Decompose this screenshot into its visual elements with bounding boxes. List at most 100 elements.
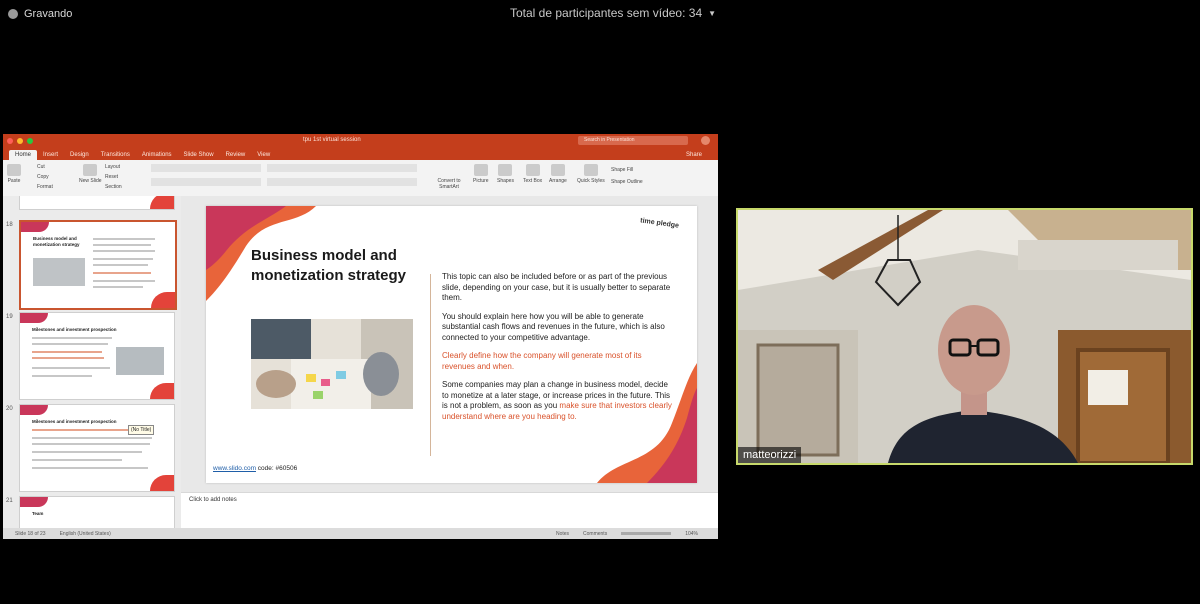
quick-styles-icon [583, 164, 598, 176]
tooltip: (No Title) [128, 425, 155, 435]
minimize-window-icon[interactable] [17, 138, 23, 144]
recording-indicator: Gravando [8, 8, 72, 20]
new-slide-label: New Slide [79, 178, 102, 184]
slide-paragraph: Some companies may plan a change in busi… [442, 380, 674, 422]
search-input[interactable]: Search in Presentation [578, 136, 688, 145]
tab-animations[interactable]: Animations [136, 150, 178, 160]
slido-link[interactable]: www.slido.com [213, 465, 256, 472]
slide-highlight-paragraph: Clearly define how the company will gene… [442, 351, 642, 371]
slide-divider [430, 274, 431, 456]
slide-body-text: This topic can also be included before o… [442, 272, 674, 430]
participant-video-feed [738, 210, 1191, 463]
arrange-label: Arrange [549, 178, 567, 184]
record-dot-icon [8, 9, 18, 19]
shape-fill-button[interactable]: Shape Fill [611, 164, 643, 176]
account-icon[interactable] [701, 136, 710, 145]
slide-paragraph: This topic can also be included before o… [442, 272, 671, 302]
close-window-icon[interactable] [7, 138, 13, 144]
text-box-button[interactable]: Text Box [523, 164, 542, 184]
layout-button[interactable]: Layout [105, 162, 122, 172]
thumbnail-photo [116, 347, 164, 375]
picture-label: Picture [473, 178, 489, 184]
window-title: tpu 1st virtual session [303, 137, 361, 143]
shapes-icon [498, 164, 513, 176]
slide-paragraph: You should explain here how you will be … [442, 311, 665, 342]
notes-placeholder: Click to add notes [189, 497, 237, 503]
thumbnail-title: Team [32, 511, 44, 516]
shapes-label: Shapes [497, 178, 514, 184]
comments-button[interactable]: Comments [583, 531, 607, 537]
clipboard-icon [7, 164, 21, 176]
zoom-window-icon[interactable] [27, 138, 33, 144]
slide-number: 18 [6, 222, 13, 228]
main-slide-canvas[interactable]: time pledge Business model and monetizat… [206, 206, 697, 483]
ribbon-tabs: Home Insert Design Transitions Animation… [3, 148, 718, 160]
slido-code: code: #60506 [255, 465, 298, 472]
language-indicator[interactable]: English (United States) [60, 531, 111, 537]
slide-photo [251, 319, 413, 409]
time-pledge-logo: time pledge [639, 217, 680, 230]
paragraph-controls[interactable] [267, 164, 417, 172]
shape-outline-button[interactable]: Shape Outline [611, 176, 643, 188]
workspace: 18 Business model and monetization strat… [3, 196, 718, 529]
slide-number: 20 [6, 406, 13, 412]
participants-label: Total de participantes sem vídeo: 34 [510, 6, 703, 20]
paste-button[interactable]: Paste [7, 164, 21, 184]
zoom-slider[interactable] [621, 532, 672, 535]
tab-transitions[interactable]: Transitions [95, 150, 136, 160]
slide-thumbnail-18[interactable]: Business model and monetization strategy [19, 220, 177, 310]
share-button[interactable]: Share [680, 150, 708, 160]
picture-icon [473, 164, 488, 176]
shared-screen-powerpoint: tpu 1st virtual session Search in Presen… [3, 134, 718, 539]
participants-dropdown[interactable]: Total de participantes sem vídeo: 34 ▼ [510, 6, 716, 20]
slide-position: Slide 18 of 23 [15, 530, 46, 537]
picture-button[interactable]: Picture [473, 164, 489, 184]
recording-label: Gravando [24, 8, 73, 20]
shapes-button[interactable]: Shapes [497, 164, 514, 184]
quick-styles-button[interactable]: Quick Styles [577, 164, 605, 184]
slide-footer: www.slido.com code: #60506 [213, 465, 297, 472]
tab-home[interactable]: Home [9, 150, 38, 160]
zoom-level[interactable]: 104% [685, 531, 698, 537]
arrange-button[interactable]: Arrange [549, 164, 567, 184]
slide-thumbnail-17[interactable] [19, 196, 175, 210]
slide-thumbnail-21[interactable]: Team [19, 496, 175, 528]
tab-insert[interactable]: Insert [37, 150, 64, 160]
slide-number: 21 [6, 498, 13, 504]
tab-slide-show[interactable]: Slide Show [178, 150, 220, 160]
reset-button[interactable]: Reset [105, 172, 122, 182]
cut-button[interactable]: Cut [37, 162, 53, 172]
new-slide-icon [83, 164, 98, 176]
window-titlebar: tpu 1st virtual session Search in Presen… [3, 134, 718, 148]
status-bar: Slide 18 of 23 English (United States) N… [3, 528, 718, 539]
convert-smartart-button[interactable]: Convert to SmartArt [431, 178, 467, 190]
alignment-controls[interactable] [267, 178, 417, 186]
text-box-label: Text Box [523, 178, 543, 184]
slide-thumbnail-20[interactable]: Milestones and investment prospection (N… [19, 404, 175, 492]
notes-pane[interactable]: Click to add notes [181, 492, 718, 529]
section-button[interactable]: Section [105, 182, 122, 192]
tab-review[interactable]: Review [220, 150, 252, 160]
slide-thumbnail-panel[interactable]: 18 Business model and monetization strat… [3, 196, 181, 528]
ribbon-toolbar: Paste Cut Copy Format New Slide Layout R… [3, 160, 718, 197]
paste-label: Paste [7, 178, 21, 184]
arrange-icon [550, 164, 565, 176]
format-painter-button[interactable]: Format [37, 182, 53, 192]
thumbnail-title: Milestones and investment prospection [32, 327, 117, 332]
tab-view[interactable]: View [251, 150, 276, 160]
slide-number: 19 [6, 314, 13, 320]
tab-design[interactable]: Design [64, 150, 95, 160]
slide-title: Business model and monetization strategy [251, 247, 407, 284]
new-slide-button[interactable]: New Slide [79, 164, 102, 184]
thumbnail-photo [33, 258, 85, 286]
quick-styles-label: Quick Styles [577, 178, 605, 184]
participant-video-tile[interactable]: matteorizzi [736, 208, 1193, 465]
caret-down-icon: ▼ [708, 8, 717, 18]
slide-thumbnail-19[interactable]: Milestones and investment prospection [19, 312, 175, 400]
font-format-controls[interactable] [151, 178, 261, 186]
text-box-icon [525, 164, 540, 176]
participant-name: matteorizzi [738, 447, 802, 463]
notes-toggle-button[interactable]: Notes [556, 531, 569, 537]
copy-button[interactable]: Copy [37, 172, 53, 182]
font-family-select[interactable] [151, 164, 261, 172]
